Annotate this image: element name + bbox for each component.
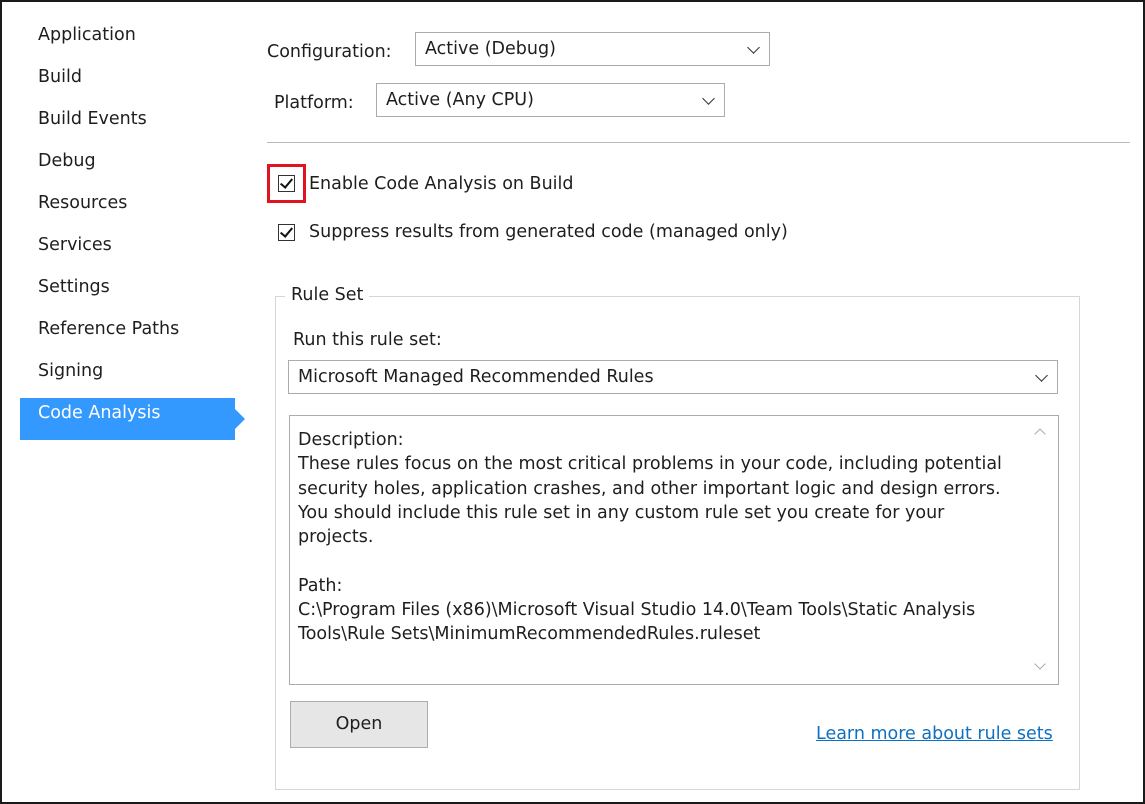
- rule-set-value: Microsoft Managed Recommended Rules: [298, 367, 654, 387]
- separator: [267, 142, 1130, 143]
- rule-set-description-box[interactable]: Description: These rules focus on the mo…: [289, 415, 1059, 685]
- learn-more-link[interactable]: Learn more about rule sets: [816, 724, 1053, 744]
- suppress-generated-label[interactable]: Suppress results from generated code (ma…: [309, 222, 788, 242]
- enable-code-analysis-checkbox[interactable]: [278, 175, 295, 192]
- sidebar-item-debug[interactable]: Debug: [20, 146, 248, 188]
- sidebar-item-settings[interactable]: Settings: [20, 272, 248, 314]
- platform-dropdown[interactable]: Active (Any CPU): [376, 83, 725, 117]
- enable-code-analysis-label[interactable]: Enable Code Analysis on Build: [309, 174, 574, 194]
- rule-set-description: Description: These rules focus on the mo…: [298, 430, 1002, 645]
- platform-label: Platform:: [274, 93, 354, 113]
- configuration-label: Configuration:: [267, 42, 392, 62]
- sidebar-item-signing[interactable]: Signing: [20, 356, 248, 398]
- chevron-down-icon: [1035, 369, 1048, 382]
- sidebar-item-reference-paths[interactable]: Reference Paths: [20, 314, 248, 356]
- configuration-value: Active (Debug): [425, 39, 556, 59]
- configuration-dropdown[interactable]: Active (Debug): [415, 32, 770, 66]
- chevron-down-icon: [747, 41, 760, 54]
- sidebar-nav: Application Build Build Events Debug Res…: [20, 20, 248, 440]
- checkmark-icon: [279, 175, 294, 189]
- sidebar-item-build[interactable]: Build: [20, 62, 248, 104]
- sidebar-item-application[interactable]: Application: [20, 20, 248, 62]
- suppress-generated-checkbox[interactable]: [278, 224, 295, 241]
- platform-value: Active (Any CPU): [386, 90, 534, 110]
- scroll-down-icon[interactable]: [1034, 658, 1046, 670]
- rule-set-group-title: Rule Set: [285, 285, 370, 305]
- project-properties-window: Application Build Build Events Debug Res…: [0, 0, 1145, 804]
- sidebar-item-build-events[interactable]: Build Events: [20, 104, 248, 146]
- scroll-up-icon[interactable]: [1034, 428, 1046, 440]
- open-button[interactable]: Open: [290, 701, 428, 748]
- sidebar-item-services[interactable]: Services: [20, 230, 248, 272]
- checkmark-icon: [279, 224, 294, 238]
- rule-set-dropdown[interactable]: Microsoft Managed Recommended Rules: [288, 360, 1058, 394]
- sidebar-item-resources[interactable]: Resources: [20, 188, 248, 230]
- chevron-down-icon: [702, 92, 715, 105]
- run-rule-set-label: Run this rule set:: [293, 330, 442, 350]
- sidebar-item-code-analysis[interactable]: Code Analysis: [20, 398, 245, 440]
